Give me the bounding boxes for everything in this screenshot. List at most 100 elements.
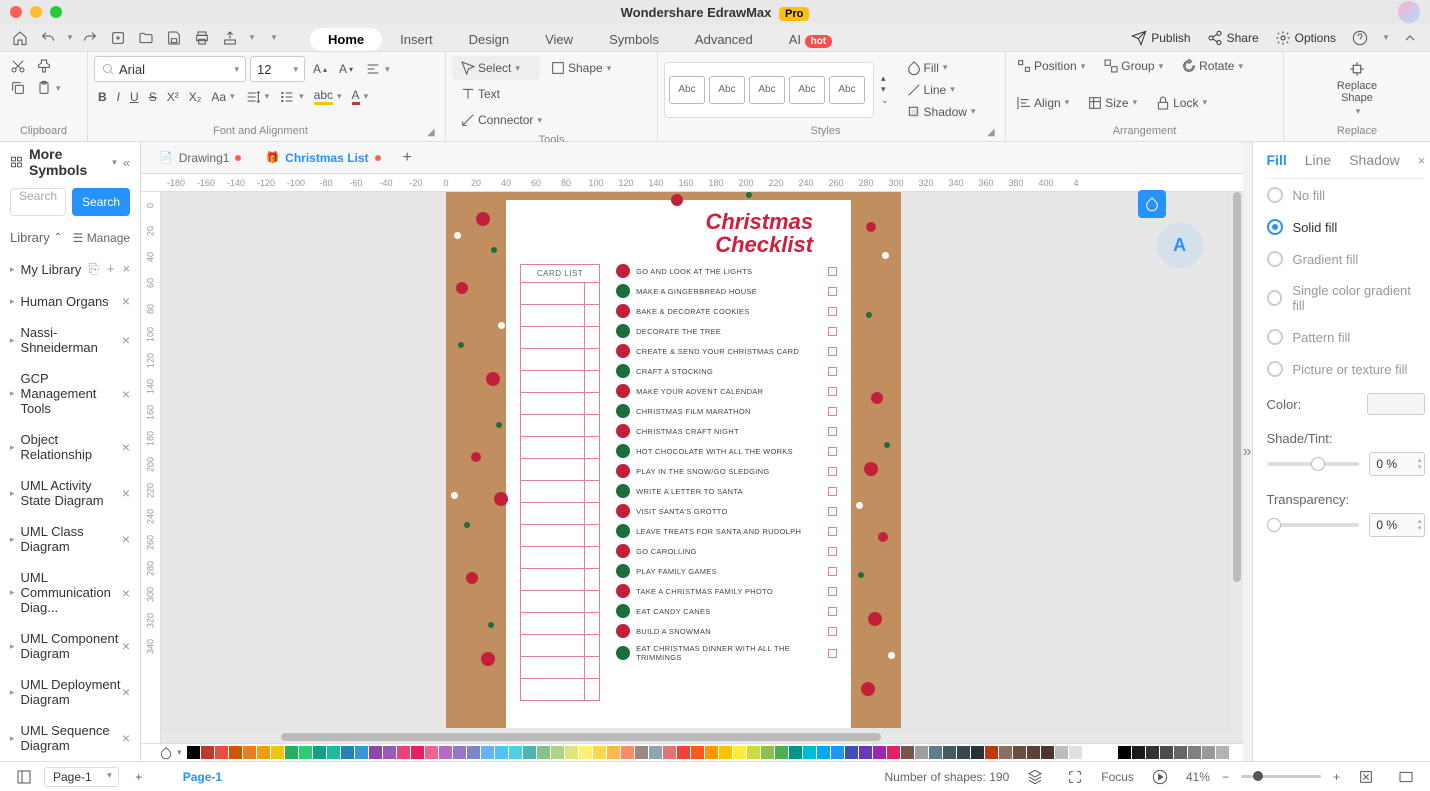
text-align-dropdown[interactable] bbox=[361, 59, 394, 79]
fullscreen-icon[interactable] bbox=[1392, 763, 1420, 791]
palette-color[interactable] bbox=[397, 746, 410, 759]
style-swatch[interactable]: Abc bbox=[829, 76, 865, 104]
remove-category-icon[interactable]: × bbox=[122, 730, 130, 746]
font-color-dropdown[interactable]: A bbox=[348, 86, 373, 107]
save-icon[interactable] bbox=[160, 24, 188, 52]
card-list-row[interactable] bbox=[520, 657, 600, 679]
user-avatar[interactable] bbox=[1398, 1, 1420, 23]
styles-dialog-launcher[interactable]: ◢ bbox=[987, 127, 999, 139]
collapse-library-icon[interactable]: ⌃ bbox=[54, 232, 62, 243]
palette-color[interactable] bbox=[271, 746, 284, 759]
publish-button[interactable]: Publish bbox=[1125, 28, 1196, 48]
checkbox[interactable] bbox=[828, 427, 837, 436]
document-background[interactable]: ChristmasChecklist CARD LIST GO AND LOOK… bbox=[446, 192, 901, 728]
checklist-item[interactable]: CRAFT A STOCKING bbox=[616, 364, 837, 378]
shape-tool-button[interactable]: Shape bbox=[542, 56, 630, 80]
palette-color[interactable] bbox=[299, 746, 312, 759]
palette-color[interactable] bbox=[593, 746, 606, 759]
checkbox[interactable] bbox=[828, 327, 837, 336]
palette-color[interactable] bbox=[705, 746, 718, 759]
scrollbar-thumb[interactable] bbox=[281, 733, 881, 741]
palette-color[interactable] bbox=[1041, 746, 1054, 759]
fit-page-icon[interactable] bbox=[1352, 763, 1380, 791]
close-panel-icon[interactable]: × bbox=[1418, 153, 1426, 168]
card-list-row[interactable] bbox=[520, 481, 600, 503]
size-dropdown[interactable]: Size bbox=[1083, 93, 1141, 113]
style-swatch[interactable]: Abc bbox=[789, 76, 825, 104]
palette-color[interactable] bbox=[411, 746, 424, 759]
palette-color[interactable] bbox=[565, 746, 578, 759]
library-category-item[interactable]: ▸UML Sequence Diagram× bbox=[0, 715, 140, 761]
zoom-thumb[interactable] bbox=[1253, 771, 1263, 781]
underline-button[interactable]: U bbox=[126, 88, 143, 106]
transparency-value[interactable]: 0 % bbox=[1369, 513, 1425, 537]
fill-option[interactable]: Picture or texture fill bbox=[1267, 353, 1426, 385]
checklist-item[interactable]: BAKE & DECORATE COOKIES bbox=[616, 304, 837, 318]
card-list-row[interactable] bbox=[520, 393, 600, 415]
checkbox[interactable] bbox=[828, 407, 837, 416]
palette-color[interactable] bbox=[957, 746, 970, 759]
palette-color[interactable] bbox=[873, 746, 886, 759]
expand-icon[interactable]: ▸ bbox=[10, 587, 15, 598]
palette-color[interactable] bbox=[999, 746, 1012, 759]
canvas-viewport[interactable]: ChristmasChecklist CARD LIST GO AND LOOK… bbox=[161, 192, 1243, 743]
home-icon[interactable] bbox=[6, 24, 34, 52]
checkbox[interactable] bbox=[828, 367, 837, 376]
checklist-item[interactable]: LEAVE TREATS FOR SANTA AND RUDOLPH bbox=[616, 524, 837, 538]
qat-customize-dropdown[interactable] bbox=[266, 24, 280, 52]
palette-color[interactable] bbox=[243, 746, 256, 759]
style-swatch[interactable]: Abc bbox=[669, 76, 705, 104]
replace-shape-button[interactable]: Replace Shape bbox=[1328, 56, 1386, 121]
checkbox[interactable] bbox=[828, 507, 837, 516]
palette-color[interactable] bbox=[719, 746, 732, 759]
remove-category-icon[interactable]: × bbox=[122, 293, 130, 309]
remove-library-icon[interactable]: × bbox=[122, 261, 130, 277]
card-list-row[interactable] bbox=[520, 591, 600, 613]
page-tab-active[interactable]: Page-1 bbox=[183, 770, 222, 784]
palette-color[interactable] bbox=[971, 746, 984, 759]
document-tab[interactable]: 🎁Christmas List bbox=[255, 147, 390, 169]
palette-color[interactable] bbox=[467, 746, 480, 759]
expand-icon[interactable]: ▸ bbox=[10, 641, 15, 652]
format-tab-fill[interactable]: Fill bbox=[1267, 152, 1287, 168]
color-swatch[interactable] bbox=[1367, 393, 1425, 415]
remove-category-icon[interactable]: × bbox=[122, 439, 130, 455]
select-tool-button[interactable]: Select bbox=[452, 56, 540, 80]
palette-color[interactable] bbox=[775, 746, 788, 759]
palette-color[interactable] bbox=[915, 746, 928, 759]
fill-tool-icon[interactable] bbox=[1138, 190, 1166, 218]
zoom-slider[interactable] bbox=[1241, 775, 1321, 778]
palette-color[interactable] bbox=[621, 746, 634, 759]
share-button[interactable]: Share bbox=[1201, 28, 1265, 48]
connector-tool-button[interactable]: Connector bbox=[452, 108, 562, 132]
remove-category-icon[interactable]: × bbox=[122, 485, 130, 501]
checklist-item[interactable]: HOT CHOCOLATE WITH ALL THE WORKS bbox=[616, 444, 837, 458]
checkbox[interactable] bbox=[828, 607, 837, 616]
checklist-item[interactable]: PLAY IN THE SNOW/GO SLEDGING bbox=[616, 464, 837, 478]
remove-category-icon[interactable]: × bbox=[122, 638, 130, 654]
palette-color[interactable] bbox=[523, 746, 536, 759]
palette-color[interactable] bbox=[607, 746, 620, 759]
expand-icon[interactable]: ▸ bbox=[10, 388, 15, 399]
font-size-select[interactable]: 12▾ bbox=[250, 56, 305, 82]
bold-button[interactable]: B bbox=[94, 88, 111, 106]
library-item-my-library[interactable]: ▸ My Library ⎘ + × bbox=[0, 253, 140, 285]
manage-library-button[interactable]: ☰ Manage bbox=[73, 231, 130, 245]
gallery-down-icon[interactable]: ▾ bbox=[878, 84, 892, 95]
palette-color[interactable] bbox=[859, 746, 872, 759]
checklist-item[interactable]: WRITE A LETTER TO SANTA bbox=[616, 484, 837, 498]
case-dropdown[interactable]: Aa bbox=[207, 88, 238, 106]
card-list-row[interactable] bbox=[520, 283, 600, 305]
fill-dropdown[interactable]: Fill bbox=[902, 58, 980, 78]
palette-color[interactable] bbox=[1027, 746, 1040, 759]
group-dropdown[interactable]: Group bbox=[1099, 56, 1167, 76]
text-tool-button[interactable]: Text bbox=[452, 82, 540, 106]
card-list-row[interactable] bbox=[520, 569, 600, 591]
card-list-row[interactable] bbox=[520, 547, 600, 569]
card-list-row[interactable] bbox=[520, 459, 600, 481]
card-list-row[interactable] bbox=[520, 613, 600, 635]
palette-color[interactable] bbox=[187, 746, 200, 759]
fill-option[interactable]: Pattern fill bbox=[1267, 321, 1426, 353]
highlight-color-dropdown[interactable]: abc bbox=[310, 86, 346, 107]
card-list-row[interactable] bbox=[520, 525, 600, 547]
